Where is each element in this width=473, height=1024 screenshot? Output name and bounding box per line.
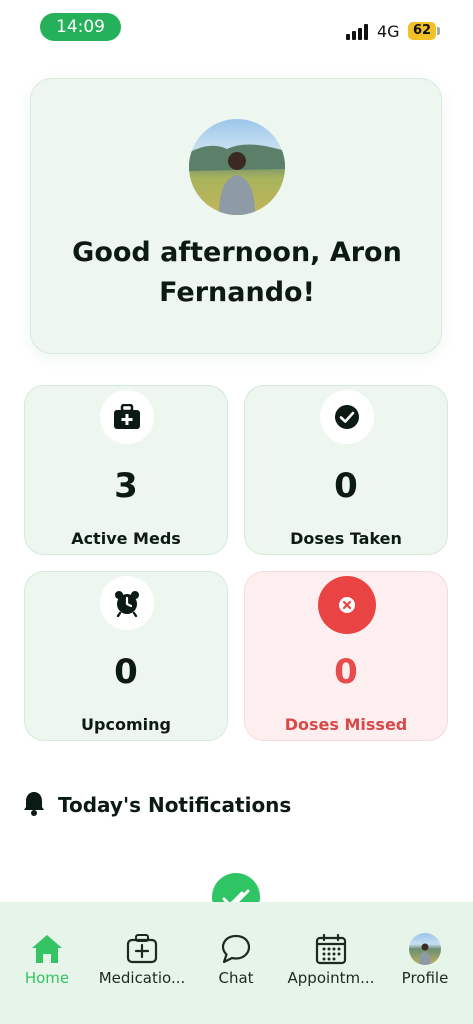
alarm-clock-icon <box>100 576 154 630</box>
status-time: 14:09 <box>40 13 121 41</box>
battery-icon: 62 <box>408 22 436 40</box>
nav-label: Profile <box>401 969 449 987</box>
stat-card-upcoming[interactable]: 0 Upcoming <box>24 571 228 741</box>
stat-card-active-meds[interactable]: 3 Active Meds <box>24 385 228 555</box>
avatar[interactable] <box>189 119 285 215</box>
nav-label: Chat <box>218 969 254 987</box>
network-label: 4G <box>377 22 400 41</box>
profile-photo-icon <box>189 144 285 215</box>
close-circle-icon <box>318 576 376 634</box>
bell-icon <box>22 790 46 820</box>
notifications-header: Today's Notifications <box>22 790 291 820</box>
status-bar: 14:09 4G 62 <box>0 0 473 56</box>
stat-label: Upcoming <box>81 715 171 734</box>
nav-medications[interactable]: Medicatio... <box>95 932 189 992</box>
medicine-kit-icon <box>100 390 154 444</box>
stat-value: 0 <box>114 652 138 692</box>
battery-tip <box>437 27 440 35</box>
nav-avatar-wrap <box>378 932 472 966</box>
chat-icon <box>189 932 283 966</box>
check-circle-icon <box>320 390 374 444</box>
calendar-icon <box>284 932 378 966</box>
nav-appointments[interactable]: Appointm... <box>284 932 378 992</box>
nav-profile[interactable]: Profile <box>378 932 472 992</box>
stat-value: 0 <box>334 466 358 506</box>
stat-value: 0 <box>334 652 358 692</box>
nav-home[interactable]: Home <box>0 932 94 992</box>
bottom-nav: Home Medicatio... Chat Appointm... Profi… <box>0 902 473 1024</box>
nav-label: Home <box>24 969 70 987</box>
stat-card-doses-missed[interactable]: 0 Doses Missed <box>244 571 448 741</box>
signal-icon <box>346 24 370 40</box>
stat-label: Doses Taken <box>290 529 402 548</box>
medication-icon <box>95 932 189 966</box>
nav-label: Appointm... <box>287 969 375 987</box>
nav-label: Medicatio... <box>98 969 186 987</box>
stat-label: Active Meds <box>71 529 181 548</box>
stat-value: 3 <box>114 466 138 506</box>
notifications-title: Today's Notifications <box>58 793 292 817</box>
stat-card-doses-taken[interactable]: 0 Doses Taken <box>244 385 448 555</box>
greeting-text: Good afternoon, Aron Fernando! <box>72 237 402 308</box>
stat-label: Doses Missed <box>284 715 408 734</box>
avatar <box>409 933 441 965</box>
greeting-card: Good afternoon, Aron Fernando! <box>30 78 442 354</box>
home-icon <box>0 932 94 966</box>
nav-chat[interactable]: Chat <box>189 932 283 992</box>
